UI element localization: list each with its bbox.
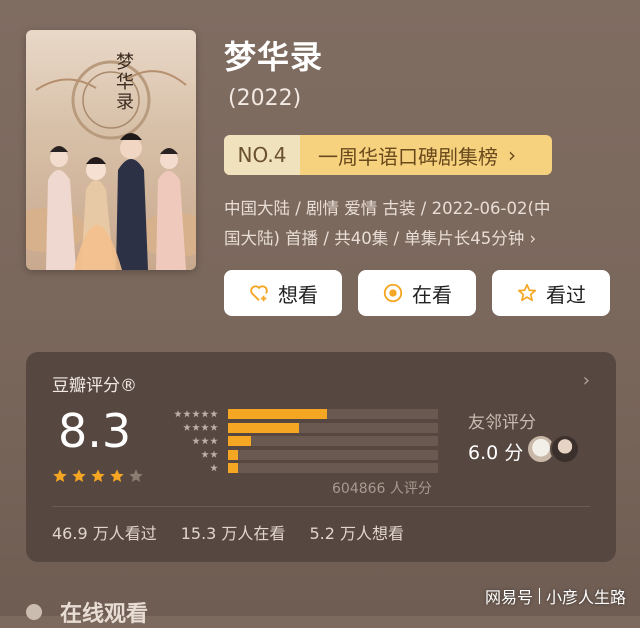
rating-card[interactable]: 豆瓣评分® › 8.3 604866 人评分 友邻评分 6.0 分 46.9 万… — [26, 352, 616, 562]
distribution-bar-4-star — [228, 422, 300, 433]
mini-stars-icon — [160, 437, 218, 445]
rating-count: 604866 人评分 — [332, 481, 432, 497]
watched-label: 看过 — [546, 282, 586, 307]
star-filled-icon — [53, 469, 67, 482]
distribution-bar-5-star — [228, 409, 327, 419]
mini-star-icon — [192, 437, 200, 445]
mini-star-icon — [201, 450, 209, 458]
distribution-bar-3-star — [228, 436, 252, 446]
watched-button[interactable]: 看过 — [492, 270, 610, 316]
watching-label: 在看 — [412, 282, 452, 307]
distribution-bar-2-star — [228, 449, 238, 460]
distribution-row-2-star — [160, 449, 438, 461]
want-to-watch-button[interactable]: 想看 — [224, 270, 342, 316]
action-buttons: 想看 在看 看过 — [224, 270, 610, 316]
distribution-row-5-star — [160, 408, 438, 420]
show-info[interactable]: 中国大陆 / 剧情 爱情 古装 / 2022-06-02(中 国大陆) 首播 /… — [224, 194, 616, 254]
distribution-bar-track — [228, 436, 438, 446]
distribution-bar-track — [228, 463, 438, 473]
mini-stars-icon — [160, 410, 218, 418]
distribution-bar-1-star — [228, 463, 238, 473]
rating-source-label: 豆瓣评分® — [52, 376, 137, 396]
mini-star-icon — [210, 410, 218, 418]
mini-stars-icon — [160, 464, 218, 472]
mini-star-icon — [201, 437, 209, 445]
friend-avatars[interactable] — [526, 434, 580, 464]
mini-star-icon — [201, 423, 209, 431]
star-filled-icon — [72, 469, 86, 482]
star-filled-icon — [91, 469, 105, 482]
mini-star-icon — [210, 437, 218, 445]
distribution-bar-track — [228, 449, 438, 460]
want-to-watch-label: 想看 — [278, 282, 318, 307]
distribution-bar-track — [228, 409, 438, 419]
target-icon — [383, 283, 403, 303]
friend-rating-score: 6.0 分 — [468, 442, 524, 464]
ranking-list: 一周华语口碑剧集榜 › — [300, 141, 552, 170]
watermark-author: 小彦人生路 — [545, 588, 626, 607]
mini-star-icon — [183, 410, 191, 418]
distribution-row-3-star — [160, 435, 438, 447]
info-line-1: 中国大陆 / 剧情 爱情 古装 / 2022-06-02(中 — [224, 199, 551, 218]
mini-star-icon — [210, 423, 218, 431]
star-filled-icon — [110, 469, 124, 482]
distribution-row-1-star — [160, 462, 438, 474]
watermark-brand: 网易号 — [484, 588, 533, 607]
poster-title: 梦华录 — [113, 52, 134, 112]
mini-star-icon — [192, 423, 200, 431]
mini-star-icon — [210, 464, 218, 472]
rating-score: 8.3 — [58, 404, 132, 458]
mini-star-icon — [201, 410, 209, 418]
rating-stars — [52, 468, 144, 484]
avatar — [550, 434, 580, 464]
watching-button[interactable]: 在看 — [358, 270, 476, 316]
show-title: 梦华录 — [224, 38, 324, 76]
info-line-2: 国大陆) 首播 / 共40集 / 单集片长45分钟 › — [224, 229, 537, 248]
divider — [52, 506, 590, 507]
mini-stars-icon — [160, 423, 218, 432]
section-icon — [26, 604, 42, 620]
distribution-row-4-star — [160, 422, 438, 434]
friend-rating-label: 友邻评分 — [468, 413, 536, 433]
stat-watching: 15.3 万人在看 — [180, 524, 286, 543]
chevron-right-icon: › — [508, 143, 516, 167]
star-empty-icon — [129, 469, 143, 482]
heart-plus-icon — [250, 285, 268, 302]
section-title-watch-online: 在线观看 — [60, 602, 149, 627]
mini-star-icon — [192, 410, 200, 418]
distribution-bar-track — [228, 422, 438, 433]
ranking-number: NO.4 — [224, 135, 300, 175]
chevron-right-icon[interactable]: › — [583, 370, 590, 391]
ranking-list-name: 一周华语口碑剧集榜 — [318, 144, 498, 169]
watermark-separator — [538, 588, 540, 604]
audience-stats: 46.9 万人看过 15.3 万人在看 5.2 万人想看 — [52, 520, 404, 544]
poster-image[interactable]: 梦华录 — [26, 30, 196, 270]
mini-stars-icon — [160, 450, 218, 459]
mini-star-icon — [174, 410, 182, 418]
stat-watched: 46.9 万人看过 — [52, 524, 157, 543]
watermark: 网易号 小彦人生路 — [485, 584, 626, 608]
mini-star-icon — [183, 423, 191, 431]
star-outline-icon — [517, 283, 537, 302]
show-year: (2022) — [228, 86, 302, 111]
stat-want: 5.2 万人想看 — [309, 524, 404, 543]
ranking-badge[interactable]: NO.4 一周华语口碑剧集榜 › — [224, 135, 552, 175]
mini-star-icon — [210, 450, 218, 458]
